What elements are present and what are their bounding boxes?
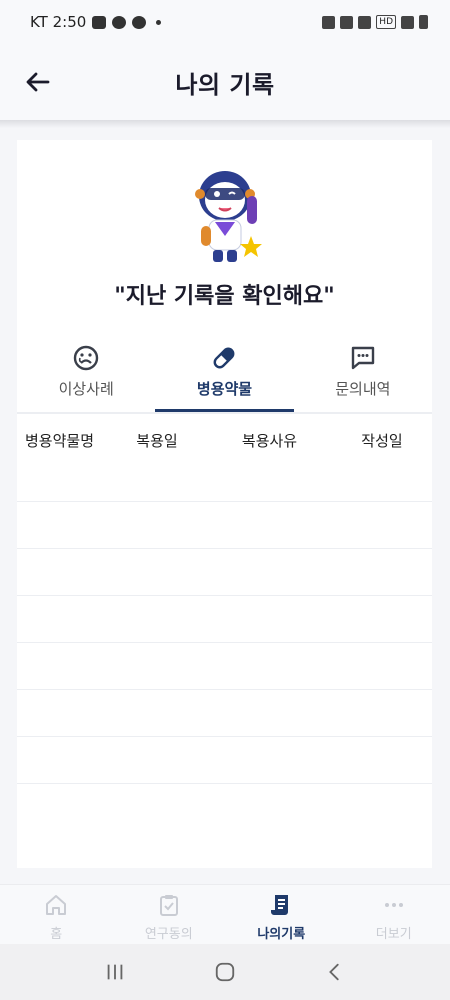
tabs-divider bbox=[17, 412, 432, 414]
battery-icon bbox=[419, 15, 428, 29]
recent-apps-icon bbox=[107, 964, 123, 980]
records-card: "지난 기록을 확인해요" 이상사례 병용약물 문의내역 병용약물명 복용일 복… bbox=[17, 140, 432, 868]
home-square-icon bbox=[215, 962, 235, 982]
home-button[interactable] bbox=[205, 952, 245, 992]
table-row bbox=[17, 549, 432, 596]
system-nav-bar bbox=[0, 944, 450, 1000]
talk-notification-icon bbox=[112, 15, 127, 29]
headline: "지난 기록을 확인해요" bbox=[114, 284, 335, 309]
nav-label: 나의기록 bbox=[257, 927, 306, 942]
nav-label: 더보기 bbox=[375, 927, 412, 942]
nav-research-consent[interactable]: 연구동의 bbox=[113, 885, 226, 944]
nav-label: 연구동의 bbox=[144, 927, 193, 942]
tab-label: 병용약물 bbox=[196, 380, 253, 398]
carrier-time: KT 2:50 bbox=[30, 13, 87, 31]
signal-icon bbox=[401, 15, 414, 29]
gallery-notification-icon bbox=[92, 15, 107, 29]
system-back-button[interactable] bbox=[315, 952, 355, 992]
hd-voice-icon: HD bbox=[376, 15, 396, 29]
nav-home[interactable]: 홈 bbox=[0, 885, 113, 944]
mascot-illustration bbox=[195, 171, 262, 262]
arrow-left-icon bbox=[26, 72, 50, 92]
more-notifications-icon bbox=[156, 19, 162, 25]
back-button[interactable] bbox=[22, 66, 54, 98]
mute-icon bbox=[340, 15, 354, 29]
status-bar: KT 2:50 HD bbox=[0, 0, 450, 44]
more-dots-icon bbox=[384, 903, 403, 907]
app-bar: 나의 기록 bbox=[0, 44, 450, 120]
record-document-icon bbox=[271, 895, 289, 915]
app-bar-shadow bbox=[0, 120, 450, 128]
table-row bbox=[17, 784, 432, 831]
tab-bar: 이상사례 병용약물 문의내역 bbox=[17, 336, 432, 414]
message-notification-icon bbox=[132, 15, 147, 29]
table-row bbox=[17, 643, 432, 690]
table-row bbox=[17, 596, 432, 643]
tab-adverse-events[interactable]: 이상사례 bbox=[17, 336, 155, 414]
tab-inquiries[interactable]: 문의내역 bbox=[294, 336, 432, 414]
tab-label: 문의내역 bbox=[335, 380, 391, 398]
chat-bubble-icon bbox=[351, 346, 375, 370]
table-row bbox=[17, 502, 432, 549]
bottom-nav: 홈 연구동의 나의기록 더보기 bbox=[0, 884, 450, 944]
recent-apps-button[interactable] bbox=[95, 952, 135, 992]
home-icon bbox=[46, 895, 67, 915]
alarm-icon bbox=[322, 15, 336, 29]
status-right: HD bbox=[322, 15, 428, 29]
clipboard-check-icon bbox=[159, 895, 178, 916]
chevron-left-icon bbox=[329, 963, 339, 981]
nav-more[interactable]: 더보기 bbox=[338, 885, 450, 944]
table-row bbox=[17, 737, 432, 784]
sad-face-icon bbox=[73, 345, 99, 371]
tab-label: 이상사례 bbox=[58, 380, 114, 398]
nav-my-records[interactable]: 나의기록 bbox=[225, 885, 338, 944]
status-left: KT 2:50 bbox=[30, 13, 162, 31]
pill-icon bbox=[214, 347, 235, 369]
tab-concomitant-drugs[interactable]: 병용약물 bbox=[155, 336, 294, 414]
page-title: 나의 기록 bbox=[175, 70, 275, 99]
wifi-icon bbox=[358, 15, 372, 29]
nav-label: 홈 bbox=[50, 927, 63, 942]
table-row bbox=[17, 690, 432, 737]
table-row bbox=[17, 455, 432, 502]
